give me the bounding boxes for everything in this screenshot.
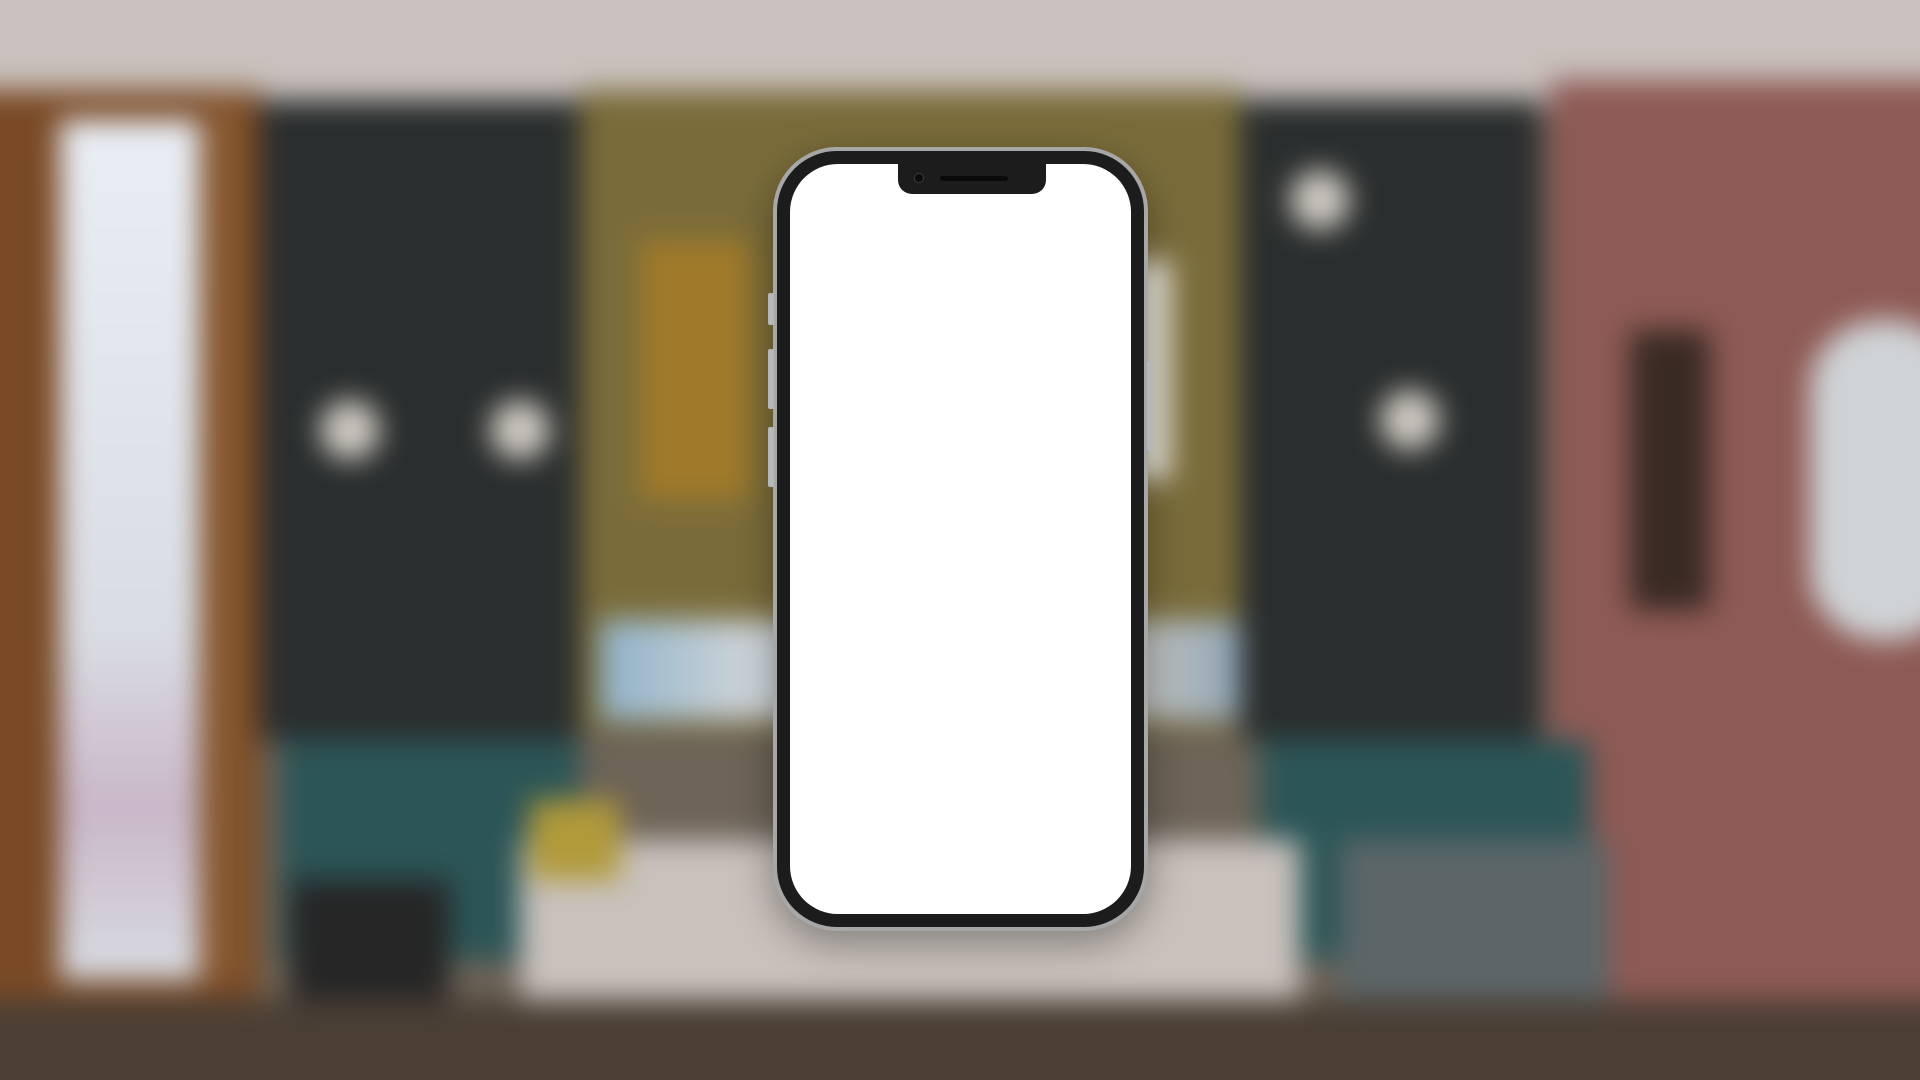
phone-notch <box>898 164 1046 194</box>
shelf-decor <box>1290 170 1350 230</box>
silent-switch <box>768 293 774 325</box>
wall-clock <box>1630 330 1710 610</box>
wall-painting <box>640 240 750 500</box>
volume-up-button <box>768 349 774 409</box>
volume-down-button <box>768 427 774 487</box>
shelf-decor <box>1380 390 1440 450</box>
black-ottoman <box>290 880 450 1020</box>
window <box>60 120 200 980</box>
earpiece-speaker <box>940 176 1008 181</box>
yellow-cushion <box>530 800 620 880</box>
phone-screen[interactable] <box>790 164 1131 914</box>
floor <box>0 1000 1920 1080</box>
oval-mirror <box>1810 320 1920 640</box>
window-frame <box>210 100 240 980</box>
smartphone-mockup-icon <box>768 147 1153 931</box>
grey-armchair <box>1340 840 1610 1000</box>
power-button <box>1147 361 1153 451</box>
shelf-decor <box>320 400 380 460</box>
app-stage <box>0 0 1920 1080</box>
front-camera-icon <box>914 173 924 183</box>
shelf-decor <box>490 400 550 460</box>
